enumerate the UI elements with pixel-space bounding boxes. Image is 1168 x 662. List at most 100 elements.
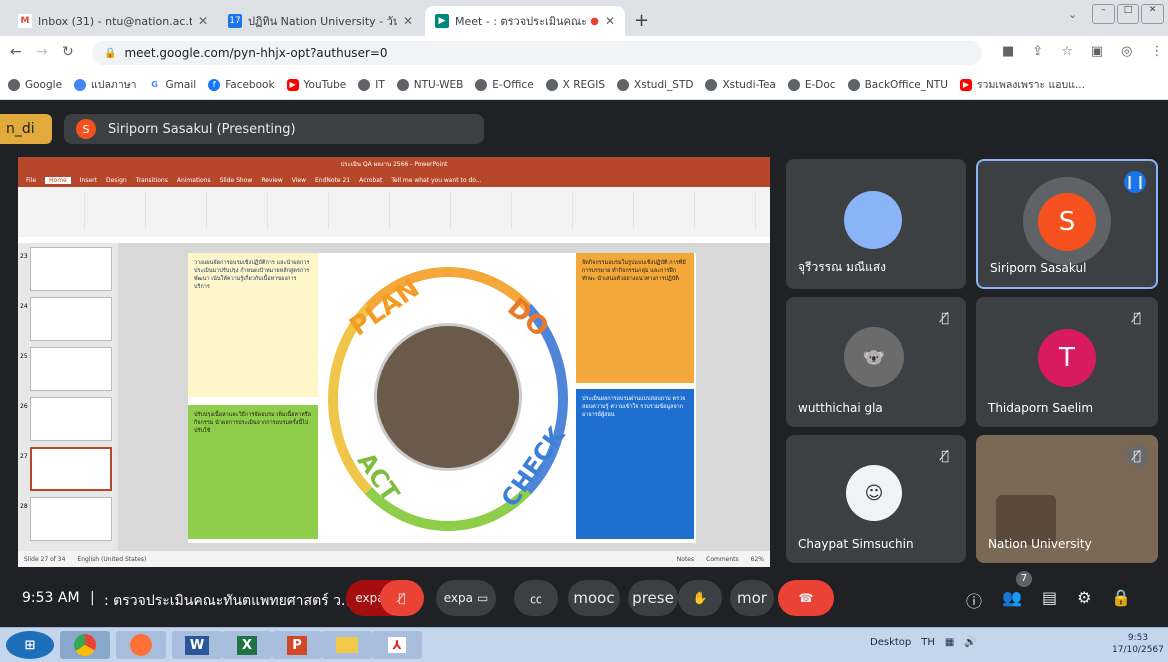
host-controls-icon[interactable]: 🔒 <box>1111 588 1131 612</box>
maximize-icon[interactable]: □ <box>1116 4 1140 24</box>
bookmark-xstudi-std[interactable]: Xstudi_STD <box>617 78 693 91</box>
ppt-tab[interactable]: Transitions <box>136 177 168 184</box>
start-button[interactable]: ⊞ <box>6 631 54 659</box>
zoom-level[interactable]: 62% <box>751 556 764 563</box>
participant-tile-speaking[interactable]: S ❙❙ Siriporn Sasakul <box>976 159 1158 289</box>
activities-icon[interactable]: ⚙ <box>1077 588 1091 612</box>
raise-hand-button[interactable]: ✋ <box>678 580 722 616</box>
bookmark-facebook[interactable]: f Facebook <box>208 78 275 91</box>
ppt-tab[interactable]: EndNote 21 <box>315 177 350 184</box>
chat-icon[interactable]: ▤ <box>1042 588 1057 612</box>
ppt-tab[interactable]: Home <box>45 176 71 184</box>
tab-gmail[interactable]: M Inbox (31) - ntu@nation.ac.th - N ✕ <box>8 6 218 36</box>
forward-icon[interactable]: → <box>36 44 48 60</box>
close-icon[interactable]: ✕ <box>403 14 413 28</box>
participant-count-badge: 7 <box>1016 571 1032 587</box>
reload-icon[interactable]: ↻ <box>62 44 74 60</box>
clock[interactable]: 9:53 17/10/2567 <box>1112 632 1164 656</box>
comments-button[interactable]: Comments <box>706 556 739 563</box>
close-window-icon[interactable]: ✕ <box>1141 4 1165 24</box>
star-icon[interactable]: ☆ <box>1061 44 1073 59</box>
mic-off-button[interactable]: 🎙̸ <box>380 580 424 616</box>
taskbar-firefox[interactable] <box>116 631 166 659</box>
desktop-toolbar[interactable]: Desktop <box>870 637 911 648</box>
thumb-number: 26 <box>20 403 28 410</box>
taskbar-explorer[interactable] <box>322 631 372 659</box>
slide-thumbnail[interactable] <box>30 497 112 541</box>
ppt-tab[interactable]: View <box>292 177 306 184</box>
bookmark-ntu-web[interactable]: NTU-WEB <box>396 78 463 91</box>
mooc-button[interactable]: mooc <box>568 580 620 616</box>
leave-call-button[interactable]: ☎ <box>778 580 834 616</box>
info-icon[interactable]: ⓘ <box>966 588 982 612</box>
volume-icon[interactable]: 🔊 <box>964 637 976 648</box>
bookmark-backoffice[interactable]: BackOffice_NTU <box>847 78 948 91</box>
participant-tile[interactable]: ☺ 🎙̸ Chaypat Simsuchin <box>786 435 966 563</box>
toolbar-actions: ■ ⇪ ☆ ▣ ◎ ⋮ <box>1002 44 1164 59</box>
taskbar-chrome[interactable] <box>60 631 110 659</box>
slide-thumbnail[interactable] <box>30 297 112 341</box>
close-icon[interactable]: ✕ <box>198 14 208 28</box>
bookmark-music[interactable]: ▶ รวมเพลงเพราะ แอบแ... <box>959 76 1085 93</box>
share-icon[interactable]: ⇪ <box>1032 44 1043 59</box>
slide-thumbnail[interactable] <box>30 247 112 291</box>
new-tab-button[interactable]: + <box>634 10 649 31</box>
language-indicator[interactable]: TH <box>921 637 935 648</box>
self-chip[interactable]: n_di <box>0 114 52 144</box>
language-status[interactable]: English (United States) <box>77 556 146 563</box>
ppt-tab[interactable]: Acrobat <box>359 177 382 184</box>
taskbar-excel[interactable]: X <box>222 631 272 659</box>
camera-button[interactable]: expa ▭ <box>436 580 496 616</box>
bookmark-google[interactable]: Google <box>8 78 62 91</box>
sidepanel-icon[interactable]: ▣ <box>1091 44 1103 59</box>
ppt-tab[interactable]: File <box>26 177 36 184</box>
more-options-button[interactable]: mor <box>730 580 774 616</box>
ppt-tab[interactable]: Design <box>106 177 127 184</box>
slide-thumbnail[interactable] <box>30 397 112 441</box>
bookmark-youtube[interactable]: ▶ YouTube <box>286 78 346 91</box>
bookmark-e-doc[interactable]: E-Doc <box>787 78 836 91</box>
slide-thumbnail-selected[interactable] <box>30 447 112 491</box>
control-label: prese <box>632 589 674 607</box>
bookmark-it[interactable]: IT <box>358 78 385 91</box>
bookmark-translate[interactable]: แปลภาษา <box>74 76 137 93</box>
captions-button[interactable]: ㏄ <box>514 580 558 616</box>
ppt-tab[interactable]: Insert <box>80 177 97 184</box>
menu-icon[interactable]: ⋮ <box>1151 44 1164 59</box>
people-icon[interactable]: 👥 <box>1002 588 1022 612</box>
taskbar-powerpoint[interactable]: P <box>272 631 322 659</box>
chevron-down-icon[interactable]: ⌄ <box>1068 8 1077 21</box>
omnibox[interactable]: 🔒 meet.google.com/pyn-hhjx-opt?authuser=… <box>92 41 982 65</box>
bookmark-gmail[interactable]: G Gmail <box>148 78 196 91</box>
close-icon[interactable]: ✕ <box>605 14 615 28</box>
slide-thumbnail[interactable] <box>30 347 112 391</box>
meet-header: n_di S Siriporn Sasakul (Presenting) <box>0 100 1168 156</box>
taskbar-acrobat[interactable]: ⅄ <box>372 631 422 659</box>
participant-tile[interactable]: จุรีวรรณ มณีแสง <box>786 159 966 289</box>
minimize-icon[interactable]: – <box>1092 4 1115 24</box>
tab-meet[interactable]: ▶ Meet - : ตรวจประเมินคณะทันต ● ✕ <box>425 6 625 36</box>
folder-icon <box>336 637 358 653</box>
mic-off-icon: 🎙̸ <box>941 310 949 326</box>
camera-indicator-icon[interactable]: ■ <box>1002 44 1014 59</box>
participant-tile-video[interactable]: 🎙̸ Nation University <box>976 435 1158 563</box>
tab-calendar[interactable]: 17 ปฏิทิน Nation University - วันพฤหั ✕ <box>218 6 423 36</box>
profile-icon[interactable]: ◎ <box>1121 44 1132 59</box>
notes-button[interactable]: Notes <box>677 556 694 563</box>
participant-tile[interactable]: T 🎙̸ Thidaporn Saelim <box>976 297 1158 427</box>
back-icon[interactable]: ← <box>10 44 22 60</box>
ppt-tab[interactable]: Animations <box>177 177 211 184</box>
ppt-tab[interactable]: Review <box>261 177 282 184</box>
present-button[interactable]: prese <box>628 580 678 616</box>
taskbar-word[interactable]: W <box>172 631 222 659</box>
network-icon[interactable]: ▦ <box>945 637 954 648</box>
bookmark-x-regis[interactable]: X REGIS <box>545 78 605 91</box>
bookmark-e-office[interactable]: E-Office <box>475 78 534 91</box>
bookmark-xstudi-tea[interactable]: Xstudi-Tea <box>705 78 776 91</box>
ppt-tell-me[interactable]: Tell me what you want to do... <box>391 177 481 184</box>
ppt-tab[interactable]: Slide Show <box>220 177 253 184</box>
bookmark-label: IT <box>375 78 385 91</box>
pdca-slide: วางแผนจัดการอบรมเชิงปฏิบัติการ และนำผลกา… <box>188 253 696 543</box>
participant-tile[interactable]: 🐨 🎙̸ wutthichai gla <box>786 297 966 427</box>
presenting-label: Siriporn Sasakul (Presenting) <box>108 121 296 137</box>
